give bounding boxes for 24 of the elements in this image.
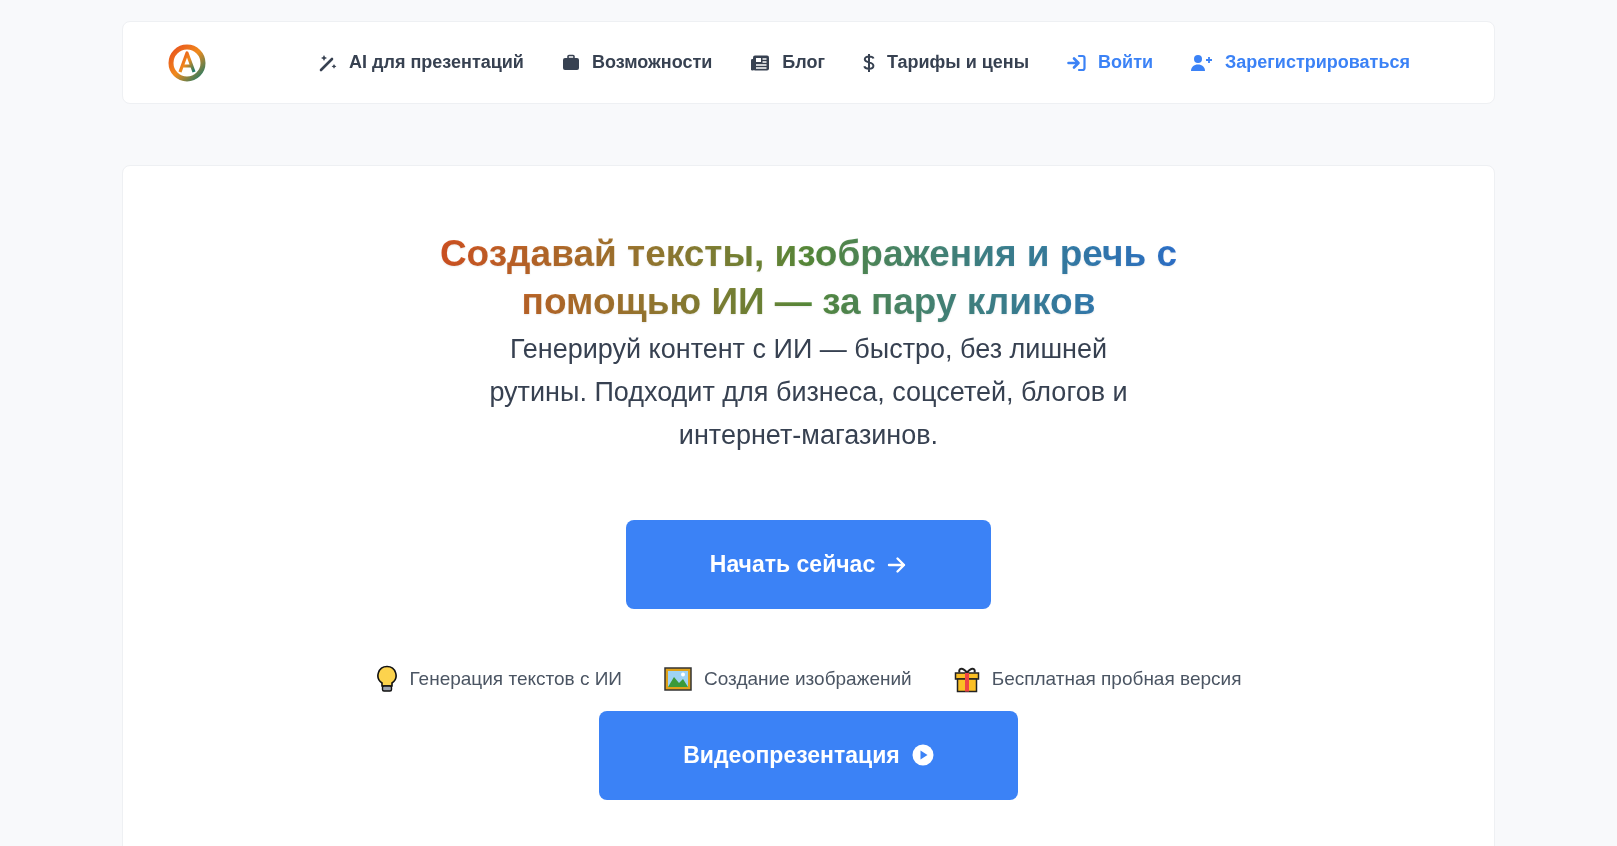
play-icon: [911, 744, 934, 766]
nav-link[interactable]: AI для презентаций: [319, 49, 524, 76]
hero-subtitle: Генерируй контент с ИИ — быстро, без лишней рутины. Подходит для бизнеса, соцсетей, блогов и интернет-магазинов.: [488, 333, 1129, 452]
logo-icon[interactable]: [167, 42, 207, 83]
start-button[interactable]: Начать сейчас: [626, 520, 991, 609]
feature-label: Создание изображений: [704, 667, 912, 691]
video-button[interactable]: Видеопрезентация: [599, 710, 1018, 800]
arrow-right-icon: [887, 555, 908, 574]
nav-link[interactable]: Возможности: [561, 49, 713, 76]
nav-link[interactable]: Тарифы и цены: [862, 49, 1030, 76]
sign-in-icon: [1067, 53, 1087, 72]
auth-link[interactable]: Зарегистрироваться: [1191, 49, 1410, 76]
gift-icon: [953, 665, 980, 694]
auth-link[interactable]: Войти: [1067, 49, 1154, 76]
feature-label: Генерация текстов с ИИ: [409, 667, 622, 691]
newspaper-icon: [750, 53, 771, 72]
lightbulb-icon: [375, 665, 398, 694]
dollar-icon: [862, 52, 875, 73]
suitcase-icon: [561, 53, 580, 72]
wand-icon: [319, 53, 338, 72]
user-plus-icon: [1191, 53, 1214, 72]
nav-link[interactable]: Блог: [750, 49, 825, 76]
framed-picture-icon: [664, 667, 692, 692]
feature-label: Бесплатная пробная версия: [991, 667, 1242, 691]
